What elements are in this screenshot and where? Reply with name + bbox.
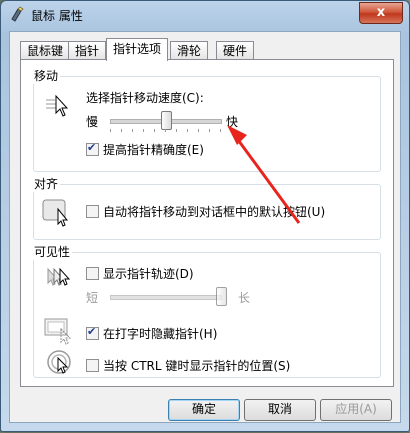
tab-pointer-options[interactable]: 指针选项 bbox=[106, 38, 169, 61]
annotation-arrow bbox=[227, 125, 301, 224]
mouse-properties-dialog: 鼠标 属性 x 鼠标键 指针 指针选项 滑轮 硬件 移动 选择指针移动速度(C)… bbox=[0, 0, 410, 432]
